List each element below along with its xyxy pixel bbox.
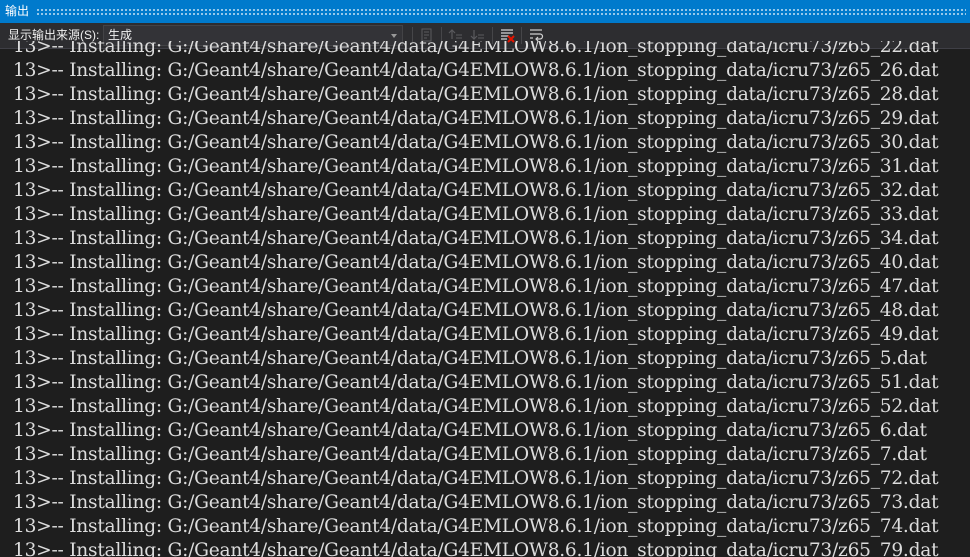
output-line[interactable]: 13>-- Installing: G:/Geant4/share/Geant4… (13, 131, 939, 155)
output-line[interactable]: 13>-- Installing: G:/Geant4/share/Geant4… (13, 251, 939, 275)
output-line[interactable]: 13>-- Installing: G:/Geant4/share/Geant4… (13, 467, 939, 491)
output-line[interactable]: 13>-- Installing: G:/Geant4/share/Geant4… (13, 539, 939, 557)
output-line[interactable]: 13>-- Installing: G:/Geant4/share/Geant4… (13, 59, 939, 83)
title-bar-grip[interactable] (36, 8, 966, 15)
output-text-area[interactable]: 13>-- Installing: G:/Geant4/share/Geant4… (0, 41, 970, 557)
output-line[interactable]: 13>-- Installing: G:/Geant4/share/Geant4… (13, 515, 939, 539)
output-line[interactable]: 13>-- Installing: G:/Geant4/share/Geant4… (13, 203, 939, 227)
chevron-down-icon (391, 34, 397, 38)
output-line[interactable]: 13>-- Installing: G:/Geant4/share/Geant4… (13, 107, 939, 131)
output-line[interactable]: 13>-- Installing: G:/Geant4/share/Geant4… (13, 371, 939, 395)
output-line[interactable]: 13>-- Installing: G:/Geant4/share/Geant4… (13, 323, 939, 347)
output-line[interactable]: 13>-- Installing: G:/Geant4/share/Geant4… (13, 395, 939, 419)
title-bar[interactable]: 输出 (0, 0, 970, 23)
output-line[interactable]: 13>-- Installing: G:/Geant4/share/Geant4… (13, 491, 939, 515)
output-line[interactable]: 13>-- Installing: G:/Geant4/share/Geant4… (13, 419, 927, 443)
output-line[interactable]: 13>-- Installing: G:/Geant4/share/Geant4… (13, 227, 939, 251)
output-line[interactable]: 13>-- Installing: G:/Geant4/share/Geant4… (13, 179, 939, 203)
output-line[interactable]: 13>-- Installing: G:/Geant4/share/Geant4… (13, 41, 939, 59)
output-window: 输出 显示输出来源(S): 生成 13>-- Installing: G:/Ge… (0, 0, 970, 557)
output-line[interactable]: 13>-- Installing: G:/Geant4/share/Geant4… (13, 155, 939, 179)
window-title: 输出 (5, 0, 36, 23)
output-line[interactable]: 13>-- Installing: G:/Geant4/share/Geant4… (13, 443, 927, 467)
output-line[interactable]: 13>-- Installing: G:/Geant4/share/Geant4… (13, 83, 939, 107)
output-line[interactable]: 13>-- Installing: G:/Geant4/share/Geant4… (13, 299, 939, 323)
output-line[interactable]: 13>-- Installing: G:/Geant4/share/Geant4… (13, 347, 927, 371)
output-line[interactable]: 13>-- Installing: G:/Geant4/share/Geant4… (13, 275, 939, 299)
